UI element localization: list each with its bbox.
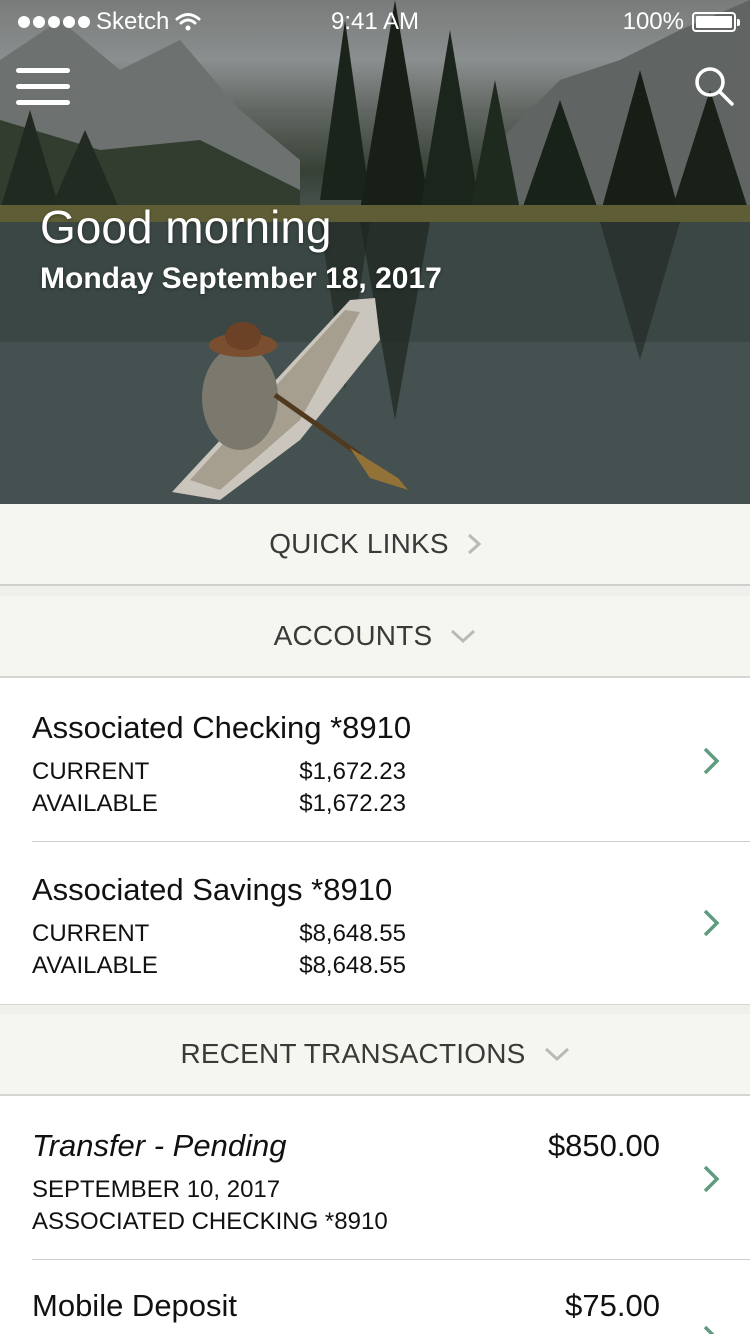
current-balance-row: CURRENT $8,648.55 bbox=[32, 920, 406, 948]
recent-transactions-header[interactable]: RECENT TRANSACTIONS bbox=[0, 1014, 750, 1096]
section-gap bbox=[0, 1004, 750, 1014]
transaction-row[interactable]: Transfer - Pending $850.00 SEPTEMBER 10,… bbox=[0, 1098, 750, 1260]
available-balance-row: AVAILABLE $8,648.55 bbox=[32, 952, 406, 980]
menu-icon[interactable] bbox=[16, 68, 70, 108]
current-date: Monday September 18, 2017 bbox=[40, 262, 442, 295]
chevron-right-icon bbox=[703, 909, 720, 937]
account-name: Associated Savings *8910 bbox=[32, 872, 393, 907]
current-label: CURRENT bbox=[32, 920, 150, 947]
available-label: AVAILABLE bbox=[32, 790, 158, 817]
transaction-title: Mobile Deposit bbox=[32, 1288, 238, 1323]
transaction-amount: $75.00 bbox=[565, 1288, 660, 1323]
available-value: $8,648.55 bbox=[299, 952, 406, 979]
transaction-title: Transfer - Pending bbox=[32, 1128, 287, 1163]
accounts-label: ACCOUNTS bbox=[273, 620, 433, 651]
current-label: CURRENT bbox=[32, 758, 150, 785]
chevron-right-icon bbox=[703, 1165, 720, 1193]
current-value: $8,648.55 bbox=[299, 920, 406, 947]
accounts-header[interactable]: ACCOUNTS bbox=[0, 596, 750, 678]
account-name: Associated Checking *8910 bbox=[32, 710, 412, 745]
current-balance-row: CURRENT $1,672.23 bbox=[32, 758, 406, 786]
status-bar: Sketch 9:41 AM 100% bbox=[0, 0, 750, 40]
chevron-down-icon bbox=[451, 629, 476, 644]
account-row-savings[interactable]: Associated Savings *8910 CURRENT $8,648.… bbox=[0, 842, 750, 1004]
section-gap bbox=[0, 586, 750, 596]
current-value: $1,672.23 bbox=[299, 758, 406, 785]
chevron-right-icon bbox=[703, 747, 720, 775]
transaction-amount: $850.00 bbox=[547, 1128, 660, 1163]
chevron-down-icon bbox=[544, 1047, 569, 1062]
search-icon[interactable] bbox=[692, 64, 736, 108]
available-label: AVAILABLE bbox=[32, 952, 158, 979]
battery-group: 100% bbox=[622, 8, 740, 36]
quick-links-label: QUICK LINKS bbox=[269, 528, 449, 559]
battery-percent: 100% bbox=[622, 8, 684, 35]
chevron-right-icon bbox=[467, 533, 481, 555]
recent-transactions-label: RECENT TRANSACTIONS bbox=[180, 1038, 526, 1069]
quick-links-button[interactable]: QUICK LINKS bbox=[0, 504, 750, 586]
battery-icon bbox=[692, 12, 740, 32]
account-row-checking[interactable]: Associated Checking *8910 CURRENT $1,672… bbox=[0, 680, 750, 842]
hero-banner: Sketch 9:41 AM 100% Good morning Monday … bbox=[0, 0, 750, 504]
available-balance-row: AVAILABLE $1,672.23 bbox=[32, 790, 406, 818]
transaction-row[interactable]: Mobile Deposit $75.00 bbox=[0, 1260, 750, 1334]
transaction-date: SEPTEMBER 10, 2017 bbox=[32, 1176, 281, 1203]
greeting-title: Good morning bbox=[40, 201, 332, 253]
available-value: $1,672.23 bbox=[299, 790, 406, 817]
transaction-account: ASSOCIATED CHECKING *8910 bbox=[32, 1208, 388, 1235]
chevron-right-icon bbox=[703, 1325, 715, 1334]
